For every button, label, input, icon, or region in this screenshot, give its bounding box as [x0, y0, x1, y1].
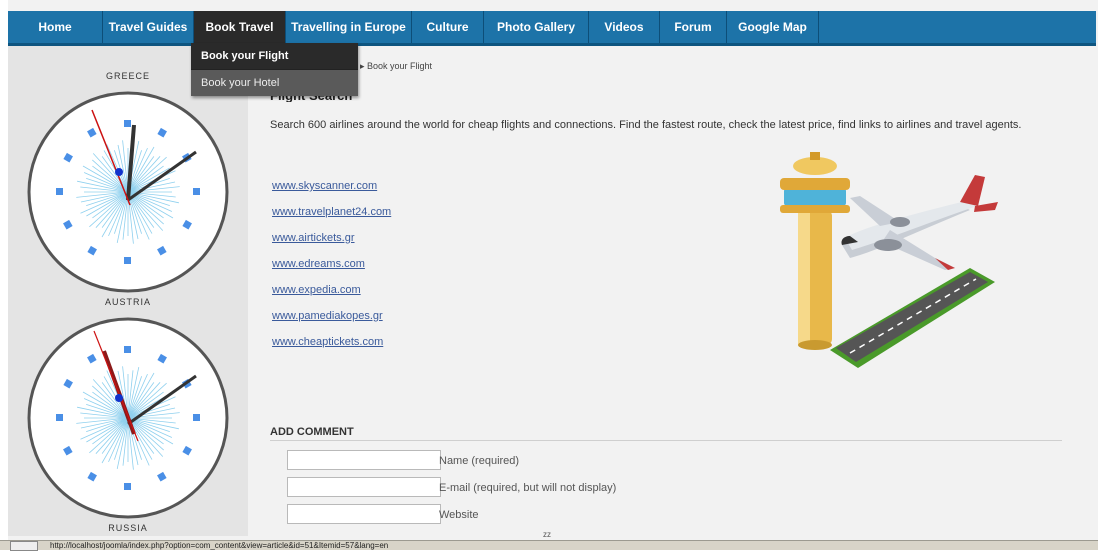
- website-input[interactable]: [287, 504, 441, 524]
- nav-travel-guides[interactable]: Travel Guides: [103, 11, 194, 43]
- sidebar-clocks: GREECE AUSTRIA RUSSIA: [8, 46, 248, 536]
- austria-clock-icon: [27, 317, 229, 519]
- email-label: E-mail (required, but will not display): [439, 482, 617, 494]
- nav-book-travel[interactable]: Book Travel: [194, 11, 286, 46]
- intro-text: Search 600 airlines around the world for…: [270, 119, 1022, 131]
- status-page-icon[interactable]: [10, 541, 38, 551]
- dropdown-book-flight[interactable]: Book your Flight: [191, 43, 358, 69]
- nav-photo-gallery[interactable]: Photo Gallery: [484, 11, 589, 43]
- link-travelplanet24[interactable]: www.travelplanet24.com: [272, 206, 391, 232]
- breadcrumb-current: Book your Flight: [367, 61, 433, 71]
- nav-travelling-in-europe[interactable]: Travelling in Europe: [286, 11, 412, 43]
- clock-label-russia: RUSSIA: [108, 523, 148, 533]
- add-comment-title: ADD COMMENT: [270, 426, 354, 438]
- name-input[interactable]: [287, 450, 441, 470]
- dropdown-book-hotel[interactable]: Book your Hotel: [191, 69, 358, 96]
- link-cheaptickets[interactable]: www.cheaptickets.com: [272, 336, 391, 362]
- clock-label-austria: AUSTRIA: [104, 297, 151, 307]
- link-pamediakopes[interactable]: www.pamediakopes.gr: [272, 310, 391, 336]
- email-input[interactable]: [287, 477, 441, 497]
- nav-google-map[interactable]: Google Map: [727, 11, 819, 43]
- link-edreams[interactable]: www.edreams.com: [272, 258, 391, 284]
- breadcrumb: ▸ Book your Flight: [360, 61, 432, 72]
- name-label: Name (required): [439, 455, 520, 467]
- nav-forum[interactable]: Forum: [660, 11, 727, 43]
- book-travel-dropdown: Book your Flight Book your Hotel: [191, 43, 358, 96]
- breadcrumb-arrow-icon: ▸: [360, 61, 368, 71]
- nav-home[interactable]: Home: [8, 11, 103, 43]
- link-airtickets[interactable]: www.airtickets.gr: [272, 232, 391, 258]
- main-nav: Home Travel Guides Book Travel Travellin…: [8, 11, 1096, 46]
- comment-divider: [270, 440, 1062, 441]
- airplane-tower-illustration-icon: [780, 152, 998, 368]
- airline-links-list: www.skyscanner.com www.travelplanet24.co…: [272, 180, 391, 362]
- website-label: Website: [439, 509, 479, 521]
- nav-culture[interactable]: Culture: [412, 11, 484, 43]
- zz-text: zz: [543, 530, 551, 539]
- nav-videos[interactable]: Videos: [589, 11, 660, 43]
- greece-clock-icon: [27, 91, 229, 293]
- link-skyscanner[interactable]: www.skyscanner.com: [272, 180, 391, 206]
- link-expedia[interactable]: www.expedia.com: [272, 284, 391, 310]
